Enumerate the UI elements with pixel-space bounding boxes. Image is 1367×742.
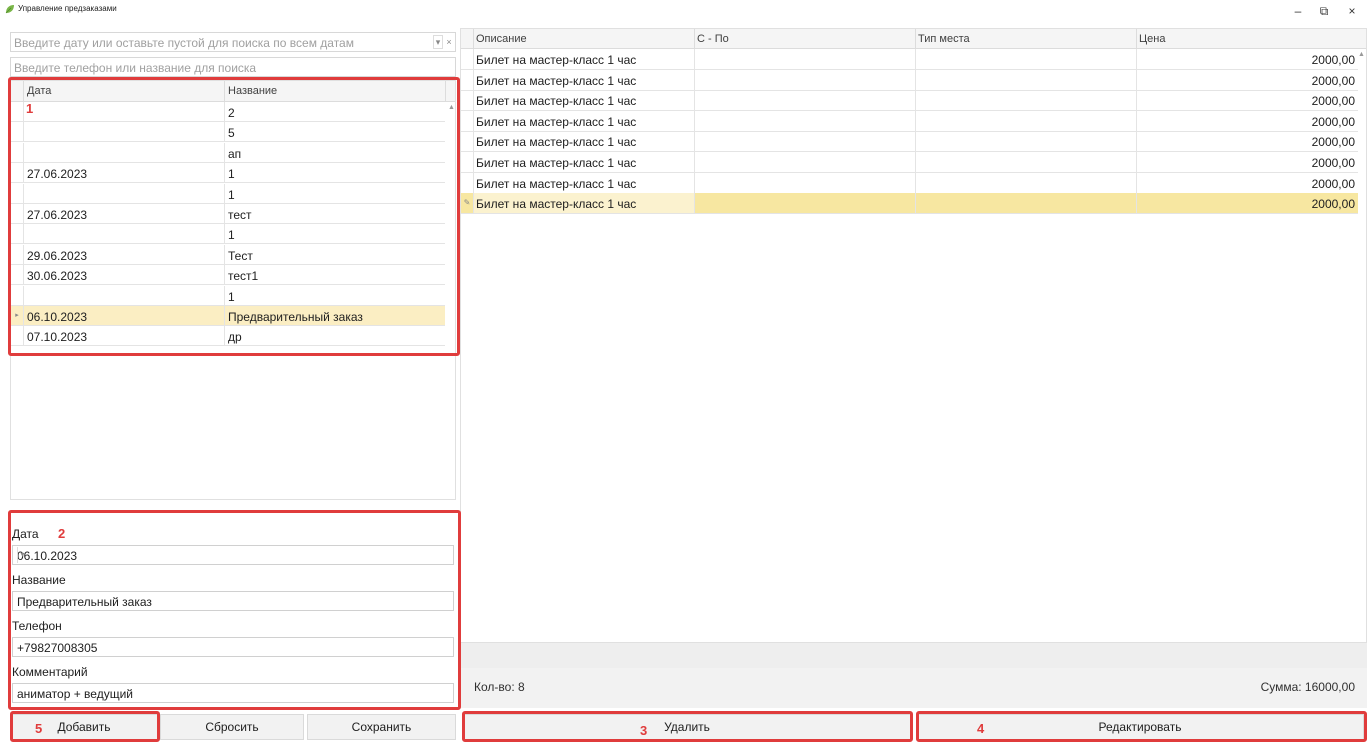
row-edit-icon xyxy=(461,111,473,131)
clear-icon[interactable]: × xyxy=(444,35,454,49)
item-price-cell: 2000,00 xyxy=(1311,197,1355,212)
item-price-cell: 2000,00 xyxy=(1311,156,1355,170)
row-edit-icon xyxy=(461,152,473,172)
item-description-cell: Билет на мастер-класс 1 час xyxy=(476,53,637,67)
column-header-description[interactable]: Описание xyxy=(476,33,527,45)
items-grid-header: Описание С - По Тип места Цена xyxy=(461,29,1366,49)
annotation-box-details-form xyxy=(8,510,461,710)
item-description-cell: Билет на мастер-класс 1 час xyxy=(476,156,637,170)
date-search-placeholder: Введите дату или оставьте пустой для пои… xyxy=(14,36,354,50)
item-description-cell: Билет на мастер-класс 1 час xyxy=(476,114,637,129)
item-row[interactable]: Билет на мастер-класс 1 час 2000,00 xyxy=(461,172,1358,194)
scroll-up-icon[interactable]: ▲ xyxy=(1358,51,1365,58)
item-description-cell: Билет на мастер-класс 1 час xyxy=(476,197,637,212)
items-scrollbar[interactable]: ▲ ▼ xyxy=(1357,49,1366,667)
row-edit-icon xyxy=(461,173,473,193)
row-edit-icon: ✎ xyxy=(463,198,471,208)
annotation-number-5: 5 xyxy=(35,721,43,736)
save-button-label: Сохранить xyxy=(351,720,412,734)
chevron-down-icon[interactable]: ▾ xyxy=(433,35,443,49)
phone-search-placeholder: Введите телефон или название для поиска xyxy=(14,61,257,75)
item-row[interactable]: Билет на мастер-класс 1 час 2000,00 xyxy=(461,110,1358,132)
restore-icon[interactable]: ⧉ xyxy=(1312,4,1336,18)
annotation-box-delete xyxy=(462,711,913,742)
items-count: Кол-во: 8 xyxy=(474,680,525,694)
item-row[interactable]: Билет на мастер-класс 1 час 2000,00 xyxy=(461,49,1358,70)
items-grid-footer xyxy=(460,642,1367,668)
row-edit-icon xyxy=(461,70,473,90)
row-edit-icon xyxy=(461,49,473,69)
item-row[interactable]: Билет на мастер-класс 1 час 2000,00 xyxy=(461,90,1358,112)
app-leaf-icon xyxy=(5,5,14,14)
reset-button-label: Сбросить xyxy=(205,720,259,734)
item-description-cell: Билет на мастер-класс 1 час xyxy=(476,94,637,109)
annotation-box-orders-list xyxy=(8,77,460,356)
minimize-icon[interactable]: – xyxy=(1286,4,1310,18)
column-header-price[interactable]: Цена xyxy=(1139,33,1165,45)
summary-bar: Кол-во: 8 Сумма: 16000,00 xyxy=(460,668,1367,708)
item-description-cell: Билет на мастер-класс 1 час xyxy=(476,176,637,191)
save-button[interactable]: Сохранить xyxy=(307,714,456,740)
annotation-number-1: 1 xyxy=(26,101,34,116)
item-row[interactable]: Билет на мастер-класс 1 час 2000,00 xyxy=(461,152,1358,173)
window-title: Управление предзаказами xyxy=(18,4,117,13)
item-price-cell: 2000,00 xyxy=(1311,135,1355,150)
annotation-box-add xyxy=(10,711,160,742)
title-bar: Управление предзаказами – ⧉ × xyxy=(0,0,1367,28)
phone-search-field[interactable]: Введите телефон или название для поиска xyxy=(10,57,456,77)
row-edit-icon xyxy=(461,131,473,151)
close-icon[interactable]: × xyxy=(1340,4,1364,18)
row-edit-icon xyxy=(461,90,473,110)
item-price-cell: 2000,00 xyxy=(1311,53,1355,67)
item-price-cell: 2000,00 xyxy=(1311,94,1355,109)
annotation-number-4: 4 xyxy=(977,721,985,736)
column-header-seat-type[interactable]: Тип места xyxy=(918,33,970,45)
annotation-number-2: 2 xyxy=(58,526,66,541)
item-description-cell: Билет на мастер-класс 1 час xyxy=(476,135,637,150)
item-price-cell: 2000,00 xyxy=(1311,114,1355,129)
items-grid[interactable]: Описание С - По Тип места Цена Билет на … xyxy=(460,28,1367,668)
annotation-number-3: 3 xyxy=(640,723,648,738)
date-search-field[interactable]: Введите дату или оставьте пустой для пои… xyxy=(10,32,456,52)
items-total: Сумма: 16000,00 xyxy=(1260,680,1355,694)
item-row[interactable]: ✎ Билет на мастер-класс 1 час 2000,00 xyxy=(461,193,1358,215)
item-row[interactable]: Билет на мастер-класс 1 час 2000,00 xyxy=(461,131,1358,153)
item-price-cell: 2000,00 xyxy=(1311,73,1355,88)
column-header-from-to[interactable]: С - По xyxy=(697,33,729,45)
item-description-cell: Билет на мастер-класс 1 час xyxy=(476,73,637,88)
item-row[interactable]: Билет на мастер-класс 1 час 2000,00 xyxy=(461,69,1358,91)
reset-button[interactable]: Сбросить xyxy=(160,714,304,740)
item-price-cell: 2000,00 xyxy=(1311,176,1355,191)
